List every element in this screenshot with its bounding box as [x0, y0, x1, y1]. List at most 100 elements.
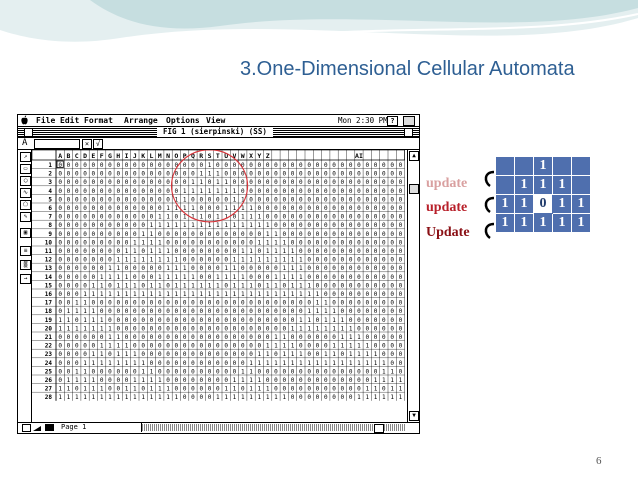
grid-cell[interactable]: 0	[108, 386, 112, 393]
grid-cell[interactable]: 0	[382, 179, 386, 186]
grid-cell[interactable]: 0	[382, 334, 386, 341]
grid-cell[interactable]: 1	[133, 239, 137, 246]
grid-cell[interactable]: 0	[233, 325, 237, 332]
grid-cell[interactable]: 0	[341, 386, 345, 393]
grid-cell[interactable]: 0	[183, 171, 187, 178]
grid-cell[interactable]: 0	[58, 282, 62, 289]
grid-cell[interactable]: 0	[399, 205, 403, 212]
grid-cell[interactable]: 0	[75, 360, 79, 367]
grid-cell[interactable]: 1	[299, 317, 303, 324]
grid-cell[interactable]: 0	[233, 334, 237, 341]
grid-cell[interactable]: 0	[199, 248, 203, 255]
grid-cell[interactable]: 1	[299, 360, 303, 367]
grid-cell[interactable]: 0	[166, 239, 170, 246]
grid-cell[interactable]: 0	[299, 343, 303, 350]
grid-cell[interactable]: 0	[208, 360, 212, 367]
grid-cell[interactable]: 0	[58, 265, 62, 272]
grid-cell[interactable]: 0	[374, 196, 378, 203]
grid-cell[interactable]: 0	[299, 171, 303, 178]
grid-cell[interactable]: 0	[75, 248, 79, 255]
grid-cell[interactable]: 0	[299, 162, 303, 169]
grid-cell[interactable]: 0	[141, 179, 145, 186]
grid-cell[interactable]: 0	[116, 248, 120, 255]
grid-cell[interactable]: 0	[341, 300, 345, 307]
grid-cell[interactable]: 0	[357, 231, 361, 238]
grid-cell[interactable]: 0	[341, 162, 345, 169]
grid-cell[interactable]: 1	[258, 394, 262, 401]
grid-cell[interactable]: 0	[332, 368, 336, 375]
grid-cell[interactable]: 0	[291, 205, 295, 212]
grid-cell[interactable]: 0	[341, 282, 345, 289]
grid-cell[interactable]: 1	[390, 394, 394, 401]
grid-cell[interactable]: 0	[125, 300, 129, 307]
grid-cell[interactable]: 1	[100, 351, 104, 358]
grid-cell[interactable]: 0	[199, 394, 203, 401]
grid-cell[interactable]: 0	[274, 196, 278, 203]
grid-cell[interactable]: 0	[183, 162, 187, 169]
grid-cell[interactable]: 0	[299, 394, 303, 401]
grid-cell[interactable]: 0	[365, 239, 369, 246]
grid-cell[interactable]: 1	[249, 248, 253, 255]
grid-cell[interactable]: 0	[58, 368, 62, 375]
grid-cell[interactable]: 0	[75, 282, 79, 289]
grid-cell[interactable]: 0	[374, 179, 378, 186]
grid-cell[interactable]: 0	[208, 265, 212, 272]
grid-cell[interactable]: 1	[92, 386, 96, 393]
grid-cell[interactable]: 0	[133, 196, 137, 203]
grid-cell[interactable]: 0	[75, 179, 79, 186]
grid-cell[interactable]: 0	[382, 257, 386, 264]
grid-cell[interactable]: 0	[374, 188, 378, 195]
grid-cell[interactable]: 1	[341, 317, 345, 324]
grid-cell[interactable]: 0	[341, 377, 345, 384]
grid-cell[interactable]: 0	[382, 291, 386, 298]
grid-cell[interactable]: 0	[199, 343, 203, 350]
grid-cell[interactable]: 1	[191, 274, 195, 281]
grid-cell[interactable]: 1	[158, 257, 162, 264]
grid-cell[interactable]: 0	[249, 188, 253, 195]
grid-cell[interactable]: 1	[75, 368, 79, 375]
grid-cell[interactable]: 0	[249, 317, 253, 324]
grid-cell[interactable]: 0	[216, 231, 220, 238]
grid-cell[interactable]: 1	[150, 394, 154, 401]
grid-cell[interactable]: 0	[150, 325, 154, 332]
grid-cell[interactable]: 0	[108, 377, 112, 384]
grid-cell[interactable]: 0	[266, 171, 270, 178]
grid-cell[interactable]: 0	[324, 188, 328, 195]
grid-cell[interactable]: 0	[166, 325, 170, 332]
grid-cell[interactable]: 0	[133, 343, 137, 350]
grid-cell[interactable]: 0	[258, 274, 262, 281]
grid-cell[interactable]: 0	[83, 188, 87, 195]
grid-cell[interactable]: 0	[125, 265, 129, 272]
grid-cell[interactable]: 1	[241, 377, 245, 384]
grid-cell[interactable]: 0	[166, 162, 170, 169]
grid-cell[interactable]: 1	[199, 214, 203, 221]
grid-cell[interactable]: 1	[332, 360, 336, 367]
menu-options[interactable]: Options	[166, 115, 200, 126]
grid-cell[interactable]: 0	[141, 162, 145, 169]
grid-cell[interactable]: 1	[299, 325, 303, 332]
grid-cell[interactable]: 0	[158, 231, 162, 238]
grid-cell[interactable]: 1	[108, 325, 112, 332]
grid-cell[interactable]: 0	[175, 300, 179, 307]
grid-cell[interactable]: 0	[365, 317, 369, 324]
grid-cell[interactable]: 0	[241, 179, 245, 186]
grid-cell[interactable]: 0	[316, 231, 320, 238]
grid-cell[interactable]: 0	[274, 188, 278, 195]
grid-cell[interactable]: 0	[324, 248, 328, 255]
grid-cell[interactable]: 0	[316, 171, 320, 178]
grid-cell[interactable]: 0	[116, 179, 120, 186]
grid-cell[interactable]: 0	[382, 386, 386, 393]
grid-cell[interactable]: 0	[266, 179, 270, 186]
grid-cell[interactable]: 0	[382, 300, 386, 307]
grid-cell[interactable]: 0	[141, 171, 145, 178]
grid-cell[interactable]: 0	[357, 291, 361, 298]
grid-cell[interactable]: 0	[291, 239, 295, 246]
grid-cell[interactable]: 0	[324, 257, 328, 264]
grid-cell[interactable]: 0	[266, 325, 270, 332]
grid-cell[interactable]: 1	[224, 291, 228, 298]
grid-cell[interactable]: 0	[390, 282, 394, 289]
grid-cell[interactable]: 0	[92, 248, 96, 255]
grid-cell[interactable]: 1	[266, 394, 270, 401]
grid-cell[interactable]: 1	[150, 222, 154, 229]
grid-cell[interactable]: 0	[365, 205, 369, 212]
